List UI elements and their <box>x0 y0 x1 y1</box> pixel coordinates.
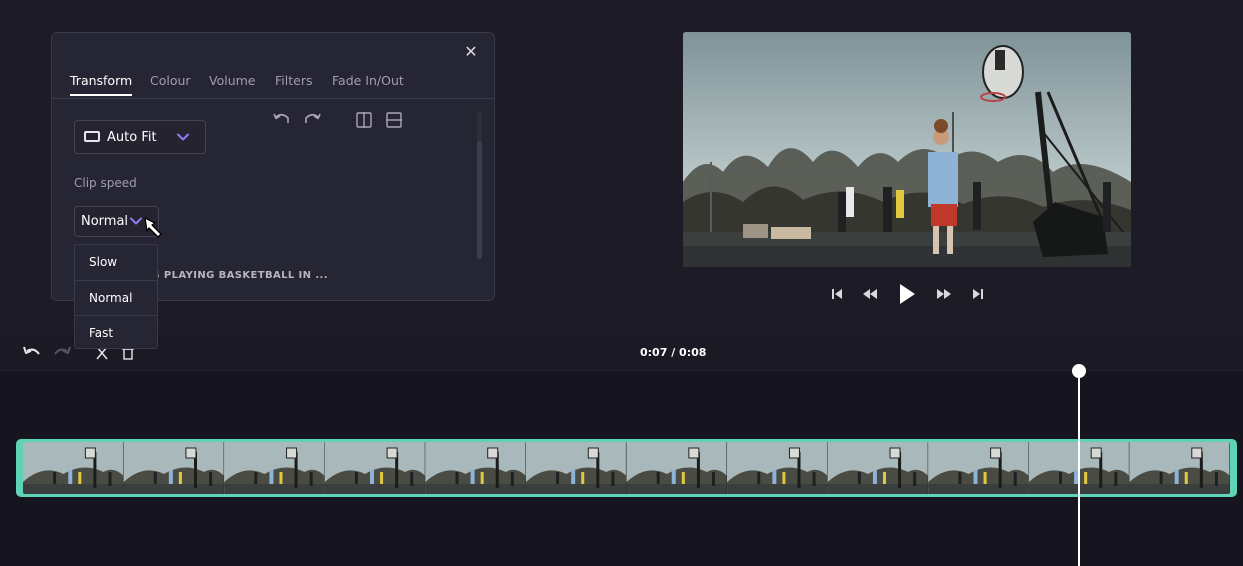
tab-colour[interactable]: Colour <box>150 73 191 88</box>
play-icon[interactable] <box>898 283 916 305</box>
flip-vertical-icon[interactable] <box>384 111 404 129</box>
clip-thumbnail <box>626 442 728 494</box>
panel-scrollbar-thumb[interactable] <box>477 141 482 259</box>
undo-icon[interactable] <box>22 344 42 362</box>
speed-option-normal[interactable]: Normal <box>75 280 157 314</box>
chevron-down-icon <box>177 133 189 141</box>
tab-transform[interactable]: Transform <box>70 73 133 96</box>
close-icon[interactable]: ✕ <box>462 43 480 61</box>
clip-thumbnail <box>23 442 124 494</box>
basketball-court-image <box>683 32 1131 267</box>
clip-thumbnail <box>525 442 627 494</box>
rotate-left-icon[interactable] <box>272 111 292 129</box>
clip-thumbnail <box>928 442 1029 494</box>
flip-horizontal-icon[interactable] <box>354 111 374 129</box>
rotate-right-icon[interactable] <box>302 111 322 129</box>
clip-speed-value: Normal <box>81 214 129 229</box>
clip-speed-label: Clip speed <box>74 176 137 190</box>
playhead-handle[interactable] <box>1072 364 1086 378</box>
playhead-line[interactable] <box>1078 371 1080 566</box>
clip-thumbnails <box>23 442 1230 494</box>
panel-tabs: Transform Colour Volume Filters Fade In/… <box>52 71 494 99</box>
clip-thumbnail <box>827 442 929 494</box>
speed-option-slow[interactable]: Slow <box>75 245 157 279</box>
clip-thumbnail <box>224 442 325 494</box>
aspect-ratio-dropdown[interactable]: Auto Fit <box>74 120 206 154</box>
fast-forward-icon[interactable] <box>936 288 952 300</box>
aspect-ratio-icon <box>84 131 100 142</box>
clip-thumbnail <box>324 442 426 494</box>
skip-to-start-icon[interactable] <box>830 288 844 300</box>
tab-fade-in-out[interactable]: Fade In/Out <box>332 73 404 88</box>
tab-volume[interactable]: Volume <box>209 73 256 88</box>
timecode: 0:07 / 0:08 <box>640 346 707 359</box>
thumbnail-strip <box>23 442 1230 494</box>
hand-pointer-cursor-icon <box>144 217 162 238</box>
speed-option-fast[interactable]: Fast <box>75 315 157 349</box>
clip-speed-menu: Slow Normal Fast <box>74 244 158 349</box>
aspect-ratio-label: Auto Fit <box>107 130 157 145</box>
clip-thumbnail <box>727 442 828 494</box>
clip-thumbnail <box>425 442 526 494</box>
clip-thumbnail <box>123 442 225 494</box>
timeline-toolbar <box>0 334 1243 371</box>
video-preview[interactable] <box>683 32 1131 267</box>
clip-thumbnail <box>1129 442 1230 494</box>
tab-filters[interactable]: Filters <box>275 73 312 88</box>
rewind-icon[interactable] <box>862 288 878 300</box>
skip-to-end-icon[interactable] <box>971 288 985 300</box>
video-clip-track[interactable] <box>16 439 1237 497</box>
panel-scrollbar[interactable] <box>477 111 482 259</box>
redo-icon[interactable] <box>52 344 72 362</box>
